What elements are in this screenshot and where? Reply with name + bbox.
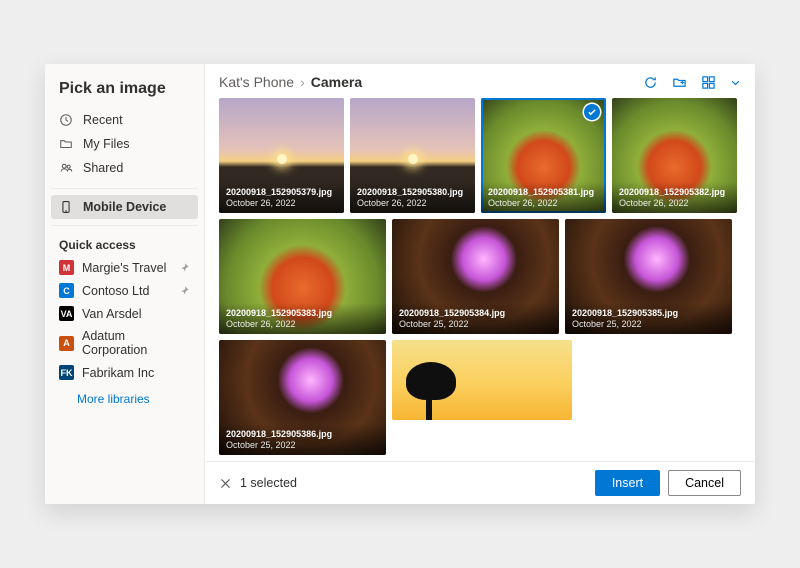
nav-label: Recent xyxy=(83,113,123,127)
org-tile-icon: VA xyxy=(59,306,74,321)
file-name: 20200918_152905381.jpg xyxy=(488,188,599,198)
footer-actions: Insert Cancel xyxy=(595,470,741,496)
org-tile-icon: A xyxy=(59,336,74,351)
thumbnail-overlay: 20200918_152905382.jpgOctober 26, 2022 xyxy=(612,182,737,213)
chevron-right-icon: › xyxy=(300,74,305,90)
phone-icon xyxy=(59,200,73,214)
image-thumbnail[interactable] xyxy=(392,340,572,420)
image-thumbnail[interactable]: 20200918_152905379.jpgOctober 26, 2022 xyxy=(219,98,344,213)
image-thumbnail[interactable]: 20200918_152905386.jpgOctober 25, 2022 xyxy=(219,340,386,455)
quick-access-label: Contoso Ltd xyxy=(82,284,149,298)
org-tile-icon: M xyxy=(59,260,74,275)
file-date: October 26, 2022 xyxy=(226,319,379,329)
file-date: October 26, 2022 xyxy=(488,198,599,208)
file-name: 20200918_152905385.jpg xyxy=(572,309,725,319)
thumbnail-overlay: 20200918_152905385.jpgOctober 25, 2022 xyxy=(565,303,732,334)
image-thumbnail[interactable]: 20200918_152905385.jpgOctober 25, 2022 xyxy=(565,219,732,334)
selection-count: 1 selected xyxy=(240,476,297,490)
cancel-button[interactable]: Cancel xyxy=(668,470,741,496)
file-name: 20200918_152905379.jpg xyxy=(226,188,337,198)
pin-icon[interactable] xyxy=(179,285,190,296)
file-name: 20200918_152905380.jpg xyxy=(357,188,468,198)
thumbnail-grid[interactable]: 20200918_152905379.jpgOctober 26, 202220… xyxy=(205,98,755,461)
breadcrumb-segment[interactable]: Kat's Phone xyxy=(219,74,294,90)
quick-access-item[interactable]: M Margie's Travel xyxy=(51,256,198,279)
nav-label: Shared xyxy=(83,161,123,175)
view-grid-icon[interactable] xyxy=(701,75,716,90)
file-name: 20200918_152905382.jpg xyxy=(619,188,730,198)
thumbnail-overlay: 20200918_152905383.jpgOctober 26, 2022 xyxy=(219,303,386,334)
file-date: October 25, 2022 xyxy=(399,319,552,329)
quick-access-label: Quick access xyxy=(51,232,198,256)
more-libraries-link[interactable]: More libraries xyxy=(51,384,198,410)
file-date: October 26, 2022 xyxy=(357,198,468,208)
main-area: Pick an image Recent My Files Shared xyxy=(45,64,755,504)
quick-access-item[interactable]: FK Fabrikam Inc xyxy=(51,361,198,384)
quick-access-item[interactable]: A Adatum Corporation xyxy=(51,325,198,361)
image-thumbnail[interactable]: 20200918_152905384.jpgOctober 25, 2022 xyxy=(392,219,559,334)
sidebar: Pick an image Recent My Files Shared xyxy=(45,64,205,504)
nav-shared[interactable]: Shared xyxy=(51,156,198,180)
file-name: 20200918_152905386.jpg xyxy=(226,430,379,440)
breadcrumb-segment[interactable]: Camera xyxy=(311,74,362,90)
checkmark-icon[interactable] xyxy=(584,104,600,120)
image-thumbnail[interactable]: 20200918_152905381.jpgOctober 26, 2022 xyxy=(481,98,606,213)
thumbnail-overlay: 20200918_152905386.jpgOctober 25, 2022 xyxy=(219,424,386,455)
image-thumbnail[interactable]: 20200918_152905383.jpgOctober 26, 2022 xyxy=(219,219,386,334)
nav-label: Mobile Device xyxy=(83,200,166,214)
breadcrumb: Kat's Phone › Camera xyxy=(219,74,362,90)
file-picker-dialog: Pick an image Recent My Files Shared xyxy=(45,64,755,504)
org-tile-icon: C xyxy=(59,283,74,298)
file-date: October 26, 2022 xyxy=(226,198,337,208)
clock-icon xyxy=(59,113,73,127)
divider xyxy=(51,188,198,189)
quick-access-label: Fabrikam Inc xyxy=(82,366,154,380)
nav-label: My Files xyxy=(83,137,130,151)
thumbnail-overlay: 20200918_152905381.jpgOctober 26, 2022 xyxy=(481,182,606,213)
image-thumbnail[interactable]: 20200918_152905380.jpgOctober 26, 2022 xyxy=(350,98,475,213)
footer-bar: 1 selected Insert Cancel xyxy=(205,461,755,504)
folder-icon xyxy=(59,137,73,151)
org-tile-icon: FK xyxy=(59,365,74,380)
people-icon xyxy=(59,161,73,175)
quick-access-label: Margie's Travel xyxy=(82,261,166,275)
file-date: October 26, 2022 xyxy=(619,198,730,208)
new-folder-icon[interactable] xyxy=(672,75,687,90)
quick-access-label: Adatum Corporation xyxy=(82,329,190,357)
pin-icon[interactable] xyxy=(179,262,190,273)
thumbnail-overlay: 20200918_152905379.jpgOctober 26, 2022 xyxy=(219,182,344,213)
quick-access-label: Van Arsdel xyxy=(82,307,142,321)
selection-info: 1 selected xyxy=(219,476,297,490)
thumbnail-overlay: 20200918_152905384.jpgOctober 25, 2022 xyxy=(392,303,559,334)
clear-selection-icon[interactable] xyxy=(219,477,232,490)
insert-button[interactable]: Insert xyxy=(595,470,660,496)
dialog-title: Pick an image xyxy=(51,76,198,108)
file-name: 20200918_152905384.jpg xyxy=(399,309,552,319)
refresh-icon[interactable] xyxy=(643,75,658,90)
nav-recent[interactable]: Recent xyxy=(51,108,198,132)
image-thumbnail[interactable]: 20200918_152905382.jpgOctober 26, 2022 xyxy=(612,98,737,213)
thumbnail-overlay: 20200918_152905380.jpgOctober 26, 2022 xyxy=(350,182,475,213)
nav-myfiles[interactable]: My Files xyxy=(51,132,198,156)
file-date: October 25, 2022 xyxy=(572,319,725,329)
chevron-down-icon[interactable] xyxy=(730,77,741,88)
top-actions xyxy=(643,75,741,90)
content-pane: Kat's Phone › Camera xyxy=(205,64,755,504)
file-name: 20200918_152905383.jpg xyxy=(226,309,379,319)
divider xyxy=(51,225,198,226)
topbar: Kat's Phone › Camera xyxy=(205,64,755,98)
quick-access-item[interactable]: VA Van Arsdel xyxy=(51,302,198,325)
quick-access-item[interactable]: C Contoso Ltd xyxy=(51,279,198,302)
file-date: October 25, 2022 xyxy=(226,440,379,450)
nav-mobile-device[interactable]: Mobile Device xyxy=(51,195,198,219)
